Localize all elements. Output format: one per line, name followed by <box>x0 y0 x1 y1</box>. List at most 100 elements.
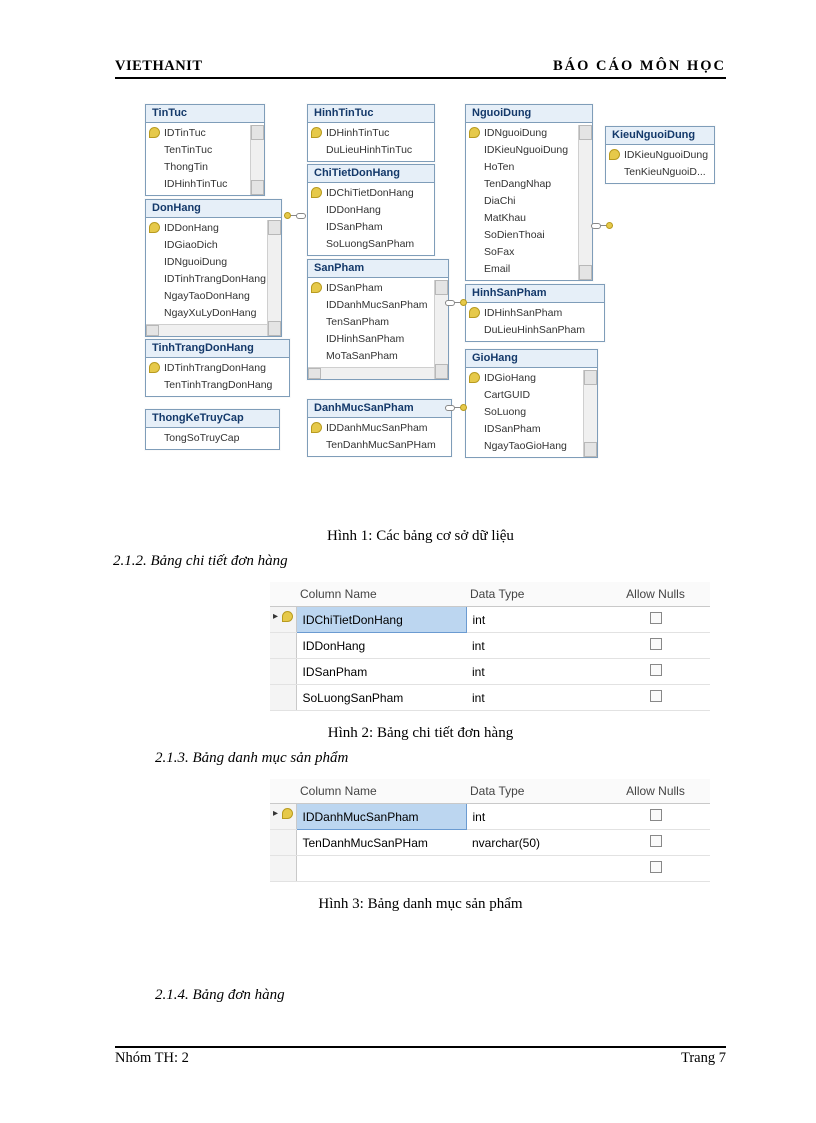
entity-column[interactable]: IDTinhTrangDonHang <box>146 271 280 288</box>
checkbox-icon[interactable] <box>650 861 662 873</box>
cell-allownulls[interactable] <box>601 830 710 856</box>
entity-column[interactable]: IDSanPham <box>308 219 433 236</box>
entity-column[interactable]: TenTinhTrangDonHang <box>146 377 288 394</box>
row-header[interactable] <box>270 685 296 711</box>
cell-allownulls[interactable] <box>601 856 710 882</box>
checkbox-icon[interactable] <box>650 690 662 702</box>
table-row[interactable]: IDDonHangint <box>270 633 710 659</box>
scrollbar[interactable] <box>583 370 597 457</box>
cell-colname[interactable]: IDSanPham <box>296 659 466 685</box>
entity-SanPham[interactable]: SanPham IDSanPhamIDDanhMucSanPhamTenSanP… <box>307 259 449 380</box>
entity-column[interactable]: TenSanPham <box>308 314 447 331</box>
entity-column[interactable]: NgayTaoDonHang <box>146 288 280 305</box>
entity-column[interactable]: NgayXuLyDonHang <box>146 305 280 322</box>
cell-datatype[interactable]: int <box>466 659 601 685</box>
cell-colname[interactable]: IDChiTietDonHang <box>296 607 466 633</box>
entity-DanhMucSanPham[interactable]: DanhMucSanPham IDDanhMucSanPhamTenDanhMu… <box>307 399 452 457</box>
cell-allownulls[interactable] <box>601 607 710 633</box>
entity-column[interactable]: Email <box>466 261 591 278</box>
table-row[interactable]: SoLuongSanPhamint <box>270 685 710 711</box>
entity-column[interactable]: NgayTaoGioHang <box>466 438 596 455</box>
cell-datatype[interactable] <box>466 856 601 882</box>
entity-column[interactable]: IDHinhTinTuc <box>146 176 263 193</box>
cell-colname[interactable]: SoLuongSanPham <box>296 685 466 711</box>
entity-ChiTietDonHang[interactable]: ChiTietDonHang IDChiTietDonHangIDDonHang… <box>307 164 435 256</box>
table-row[interactable]: IDDanhMucSanPhamint <box>270 804 710 830</box>
checkbox-icon[interactable] <box>650 638 662 650</box>
entity-column[interactable]: MatKhau <box>466 210 591 227</box>
entity-column[interactable]: DuLieuHinhSanPham <box>466 322 603 339</box>
cell-datatype[interactable]: int <box>466 804 601 830</box>
entity-HinhTinTuc[interactable]: HinhTinTuc IDHinhTinTucDuLieuHinhTinTuc <box>307 104 435 162</box>
row-header[interactable] <box>270 607 296 633</box>
cell-colname[interactable] <box>296 856 466 882</box>
checkbox-icon[interactable] <box>650 809 662 821</box>
entity-TinhTrangDonHang[interactable]: TinhTrangDonHang IDTinhTrangDonHangTenTi… <box>145 339 290 397</box>
entity-column[interactable]: HoTen <box>466 159 591 176</box>
entity-column[interactable]: IDDonHang <box>308 202 433 219</box>
scrollbar[interactable] <box>578 125 592 280</box>
entity-TinTuc[interactable]: TinTuc IDTinTucTenTinTucThongTinIDHinhTi… <box>145 104 265 196</box>
table-row[interactable]: IDChiTietDonHangint <box>270 607 710 633</box>
entity-column[interactable]: SoFax <box>466 244 591 261</box>
table-row[interactable]: TenDanhMucSanPHamnvarchar(50) <box>270 830 710 856</box>
entity-column[interactable]: IDKieuNguoiDung <box>606 147 713 164</box>
entity-column[interactable]: IDTinTuc <box>146 125 263 142</box>
cell-colname[interactable]: IDDonHang <box>296 633 466 659</box>
entity-column[interactable]: IDChiTietDonHang <box>308 185 433 202</box>
entity-column[interactable]: SoLuong <box>466 404 596 421</box>
entity-column[interactable]: IDHinhTinTuc <box>308 125 433 142</box>
entity-DonHang[interactable]: DonHang IDDonHangIDGiaoDichIDNguoiDungID… <box>145 199 282 337</box>
entity-column[interactable]: IDSanPham <box>466 421 596 438</box>
hscroll[interactable] <box>308 367 448 379</box>
entity-column[interactable]: IDSanPham <box>308 280 447 297</box>
table-row[interactable]: IDSanPhamint <box>270 659 710 685</box>
entity-GioHang[interactable]: GioHang IDGioHangCartGUIDSoLuongIDSanPha… <box>465 349 598 458</box>
scrollbar[interactable] <box>434 280 448 379</box>
cell-colname[interactable]: TenDanhMucSanPHam <box>296 830 466 856</box>
entity-column[interactable]: TenDangNhap <box>466 176 591 193</box>
entity-column[interactable]: IDKieuNguoiDung <box>466 142 591 159</box>
cell-allownulls[interactable] <box>601 804 710 830</box>
cell-datatype[interactable]: int <box>466 633 601 659</box>
row-header[interactable] <box>270 804 296 830</box>
row-header[interactable] <box>270 830 296 856</box>
scrollbar[interactable] <box>250 125 264 195</box>
entity-column[interactable]: DuLieuHinhTinTuc <box>308 142 433 159</box>
entity-column[interactable]: TongSoTruyCap <box>146 430 278 447</box>
entity-ThongKeTruyCap[interactable]: ThongKeTruyCap TongSoTruyCap <box>145 409 280 450</box>
entity-column[interactable]: IDHinhSanPham <box>308 331 447 348</box>
cell-allownulls[interactable] <box>601 685 710 711</box>
entity-column[interactable]: SoDienThoai <box>466 227 591 244</box>
checkbox-icon[interactable] <box>650 664 662 676</box>
entity-column[interactable]: IDDanhMucSanPham <box>308 420 450 437</box>
entity-column[interactable]: IDTinhTrangDonHang <box>146 360 288 377</box>
scrollbar[interactable] <box>267 220 281 336</box>
row-header[interactable] <box>270 856 296 882</box>
entity-column[interactable]: TenDanhMucSanPHam <box>308 437 450 454</box>
hscroll[interactable] <box>146 324 281 336</box>
checkbox-icon[interactable] <box>650 835 662 847</box>
entity-KieuNguoiDung[interactable]: KieuNguoiDung IDKieuNguoiDungTenKieuNguo… <box>605 126 715 184</box>
entity-column[interactable]: IDDanhMucSanPham <box>308 297 447 314</box>
cell-colname[interactable]: IDDanhMucSanPham <box>296 804 466 830</box>
entity-column[interactable]: ThongTin <box>146 159 263 176</box>
entity-column[interactable]: CartGUID <box>466 387 596 404</box>
entity-column[interactable]: IDNguoiDung <box>466 125 591 142</box>
entity-column[interactable]: IDGiaoDich <box>146 237 280 254</box>
entity-column[interactable]: MoTaSanPham <box>308 348 447 365</box>
cell-allownulls[interactable] <box>601 659 710 685</box>
entity-column[interactable]: IDNguoiDung <box>146 254 280 271</box>
entity-NguoiDung[interactable]: NguoiDung IDNguoiDungIDKieuNguoiDungHoTe… <box>465 104 593 281</box>
entity-column[interactable]: SoLuongSanPham <box>308 236 433 253</box>
table-row[interactable] <box>270 856 710 882</box>
entity-column[interactable]: IDGioHang <box>466 370 596 387</box>
row-header[interactable] <box>270 659 296 685</box>
cell-datatype[interactable]: nvarchar(50) <box>466 830 601 856</box>
entity-HinhSanPham[interactable]: HinhSanPham IDHinhSanPhamDuLieuHinhSanPh… <box>465 284 605 342</box>
entity-column[interactable]: IDDonHang <box>146 220 280 237</box>
cell-datatype[interactable]: int <box>466 607 601 633</box>
cell-datatype[interactable]: int <box>466 685 601 711</box>
entity-column[interactable]: DiaChi <box>466 193 591 210</box>
cell-allownulls[interactable] <box>601 633 710 659</box>
